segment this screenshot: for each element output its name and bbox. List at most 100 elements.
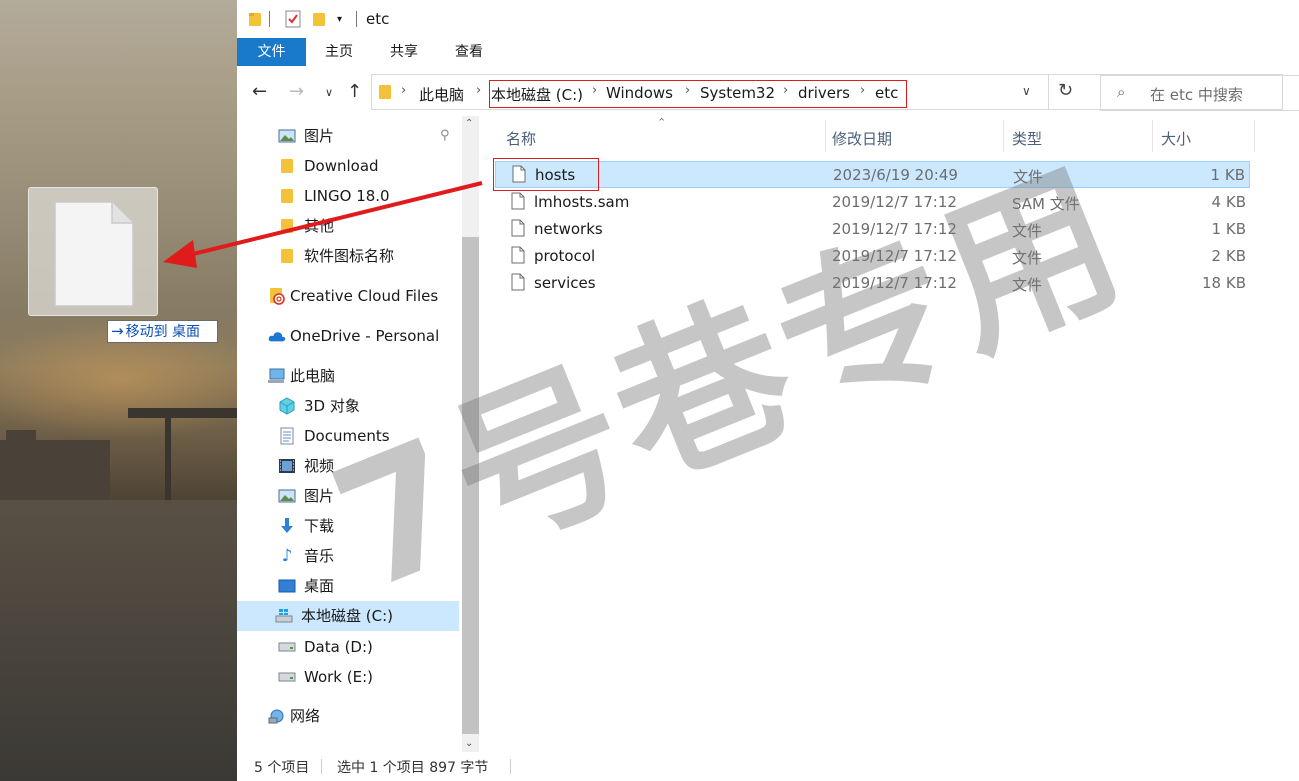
file-size: 1 KB <box>1211 220 1246 238</box>
nav-item-desktop[interactable]: 桌面 <box>278 571 334 601</box>
nav-item-software-icons[interactable]: 软件图标名称 <box>278 241 394 271</box>
file-icon <box>511 246 525 264</box>
column-divider[interactable] <box>1254 120 1255 152</box>
3d-objects-icon <box>278 397 296 415</box>
pin-icon[interactable]: ⚲ <box>440 121 450 151</box>
file-name: networks <box>534 220 603 238</box>
new-folder-button[interactable] <box>312 9 326 29</box>
sort-ascending-icon: ⌃ <box>657 116 667 129</box>
column-header-name[interactable]: 名称 <box>506 128 536 149</box>
chevron-down-icon: ∨ <box>325 86 334 99</box>
title-bar: ▾ etc <box>237 0 1299 38</box>
nav-label: 其他 <box>304 217 335 235</box>
gas-station-canopy <box>128 408 237 418</box>
video-icon <box>278 457 296 475</box>
folder-icon <box>278 187 296 205</box>
music-icon: ♪ <box>281 546 293 566</box>
column-header-size[interactable]: 大小 <box>1161 128 1191 149</box>
status-bar: 5 个项目 选中 1 个项目 897 字节 <box>237 752 1299 781</box>
windows-drive-icon <box>275 607 293 625</box>
search-box[interactable]: ⌕ 在 etc 中搜索 <box>1100 75 1299 111</box>
file-icon <box>54 201 134 307</box>
drive-icon <box>278 668 296 686</box>
forward-button[interactable]: → <box>289 81 304 102</box>
new-folder-icon <box>313 13 325 26</box>
nav-item-lingo[interactable]: LINGO 18.0 <box>278 181 390 211</box>
nav-item-other[interactable]: 其他 <box>278 211 334 241</box>
nav-item-work-e[interactable]: Work (E:) <box>278 662 373 692</box>
quick-access-toolbar <box>248 9 262 29</box>
nav-label: 图片 <box>304 127 335 145</box>
dropdown-icon: ▾ <box>337 13 343 25</box>
nav-item-music[interactable]: ♪ 音乐 <box>278 541 334 571</box>
scroll-down-icon[interactable]: ⌄ <box>465 738 473 749</box>
refresh-icon[interactable]: ↻ <box>1058 80 1073 101</box>
file-size: 4 KB <box>1211 193 1246 211</box>
navigation-bar: ← → ∨ ↑ › 此电脑 › 本地磁盘 (C:) › Windows › Sy… <box>237 66 1299 116</box>
nav-item-creative-cloud[interactable]: Creative Cloud Files <box>268 281 438 311</box>
ground <box>0 500 237 781</box>
search-placeholder[interactable]: 在 etc 中搜索 <box>1150 84 1243 105</box>
tab-view[interactable]: 查看 <box>447 38 491 66</box>
file-name: protocol <box>534 247 596 265</box>
nav-label: 音乐 <box>304 547 335 565</box>
address-dropdown-icon[interactable]: ∨ <box>1022 84 1031 98</box>
gas-station-pole <box>165 418 171 508</box>
desktop-wallpaper: → 移动到 桌面 <box>0 0 237 781</box>
nav-label: Work (E:) <box>304 668 373 686</box>
chevron-right-icon: › <box>476 83 482 98</box>
tab-share[interactable]: 共享 <box>382 38 426 66</box>
breadcrumb-this-pc[interactable]: 此电脑 <box>419 84 464 105</box>
nav-label: 此电脑 <box>290 367 336 385</box>
nav-item-pictures-pinned[interactable]: 图片 ⚲ <box>278 121 458 151</box>
download-icon <box>278 517 296 535</box>
file-icon <box>511 192 525 210</box>
onedrive-icon <box>268 327 286 345</box>
column-divider[interactable] <box>1152 120 1153 152</box>
divider <box>356 11 357 27</box>
tab-file[interactable]: 文件 <box>237 38 306 66</box>
up-button[interactable]: ↑ <box>347 81 362 102</box>
file-size: 18 KB <box>1202 274 1246 292</box>
tab-home[interactable]: 主页 <box>317 38 361 66</box>
nav-label: OneDrive - Personal <box>290 327 440 345</box>
nav-label: 软件图标名称 <box>304 247 395 265</box>
column-header-date[interactable]: 修改日期 <box>832 128 892 149</box>
divider <box>321 759 322 774</box>
nav-label: 下载 <box>304 517 335 535</box>
file-name: lmhosts.sam <box>534 193 630 211</box>
drive-icon <box>278 638 296 656</box>
column-divider[interactable] <box>825 120 826 152</box>
file-size: 1 KB <box>1210 166 1245 184</box>
network-icon <box>268 707 286 725</box>
back-arrow-icon: ← <box>252 81 268 102</box>
nav-item-download[interactable]: Download <box>278 151 379 181</box>
search-icon: ⌕ <box>1117 83 1126 101</box>
drag-tooltip: → 移动到 桌面 <box>107 320 218 343</box>
folder-icon <box>278 247 296 265</box>
tooltip-target: 桌面 <box>172 324 201 340</box>
folder-icon[interactable] <box>248 11 262 27</box>
properties-button[interactable] <box>285 9 301 29</box>
scroll-up-icon[interactable]: ⌃ <box>465 118 473 129</box>
file-icon <box>511 273 525 291</box>
hosts-highlight-box <box>493 158 599 191</box>
nav-label: Download <box>304 157 379 175</box>
back-button[interactable]: ← <box>252 81 267 102</box>
chevron-right-icon: › <box>401 83 407 98</box>
dragged-file-ghost[interactable] <box>28 187 158 316</box>
arrow-right-icon: → <box>111 322 124 340</box>
nav-item-this-pc[interactable]: 此电脑 <box>268 361 335 391</box>
recent-locations-button[interactable]: ∨ <box>325 86 333 99</box>
customize-toolbar-button[interactable]: ▾ <box>337 9 342 29</box>
nav-item-onedrive[interactable]: OneDrive - Personal <box>268 321 439 351</box>
folder-icon <box>278 157 296 175</box>
ribbon-tabs: 文件 主页 共享 查看 <box>237 38 1299 66</box>
nav-item-data-d[interactable]: Data (D:) <box>278 632 373 662</box>
nav-label: 网络 <box>290 707 321 725</box>
nav-item-network[interactable]: 网络 <box>268 701 320 731</box>
nav-label: Creative Cloud Files <box>290 287 439 305</box>
pictures-icon <box>278 487 296 505</box>
nav-item-downloads[interactable]: 下载 <box>278 511 334 541</box>
computer-icon <box>268 367 286 385</box>
